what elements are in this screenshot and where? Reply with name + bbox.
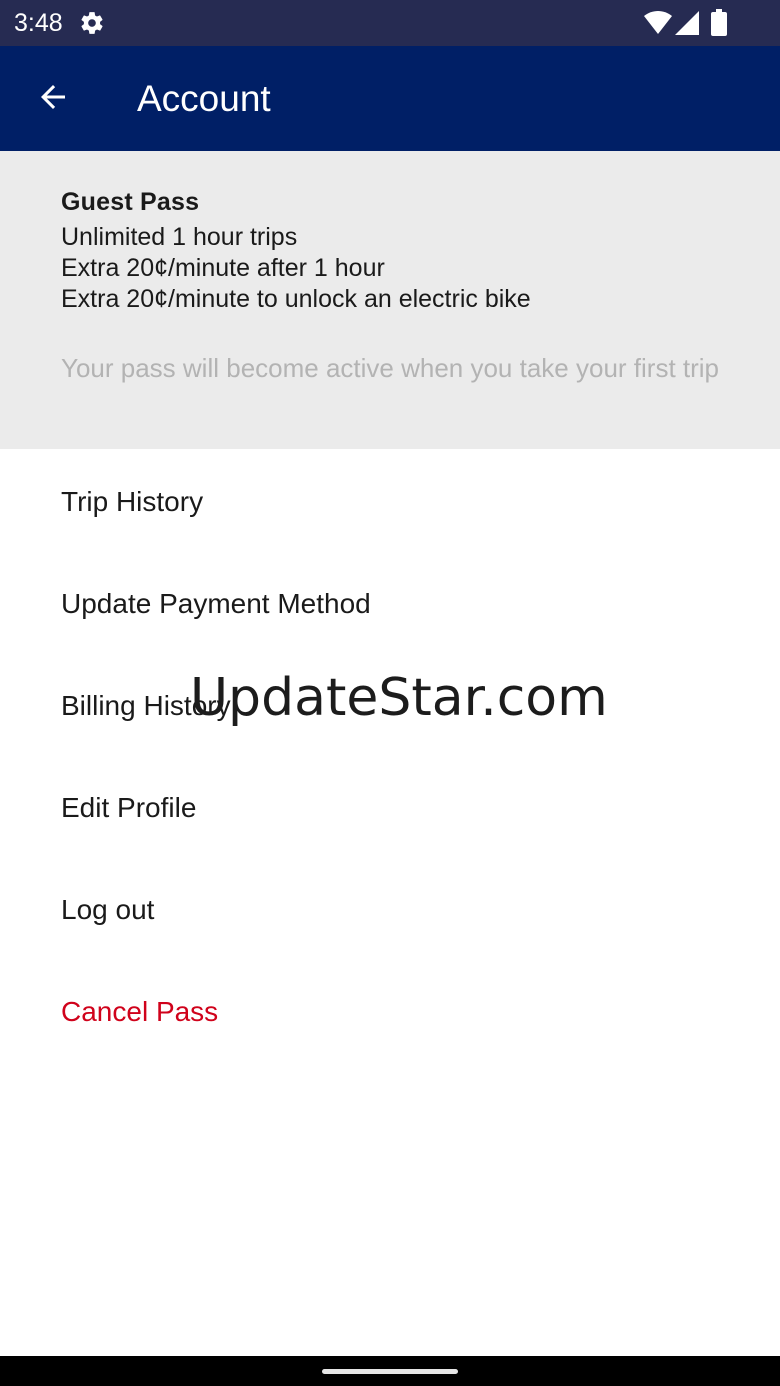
menu-item-label: Billing History	[61, 690, 231, 721]
pass-activation-note: Your pass will become active when you ta…	[61, 353, 720, 383]
signal-icon	[675, 11, 699, 35]
page-title: Account	[137, 78, 271, 119]
pass-feature: Extra 20¢/minute after 1 hour	[61, 254, 385, 282]
menu-item-label: Edit Profile	[61, 792, 197, 823]
menu-item-label: Cancel Pass	[61, 996, 219, 1027]
wifi-icon	[644, 11, 672, 35]
menu-item-log-out[interactable]: Log out	[0, 859, 780, 961]
home-handle[interactable]	[322, 1369, 458, 1374]
pass-feature: Extra 20¢/minute to unlock an electric b…	[61, 285, 531, 313]
app-bar: Account	[0, 46, 780, 151]
pass-name: Guest Pass	[61, 188, 200, 216]
menu-item-trip-history[interactable]: Trip History	[0, 451, 780, 553]
menu-item-label: Trip History	[61, 486, 204, 517]
pass-feature: Unlimited 1 hour trips	[61, 223, 298, 251]
status-time: 3:48	[14, 9, 63, 37]
menu-item-update-payment-method[interactable]: Update Payment Method	[0, 553, 780, 655]
back-button[interactable]	[20, 64, 86, 130]
menu-item-label: Update Payment Method	[61, 588, 371, 619]
menu-item-billing-history[interactable]: Billing History	[0, 655, 780, 757]
battery-icon	[711, 9, 727, 36]
menu-item-label: Log out	[61, 894, 155, 925]
status-bar: 3:48	[0, 0, 780, 46]
navigation-bar	[0, 1356, 780, 1386]
gear-icon	[79, 10, 105, 36]
arrow-left-icon	[41, 85, 65, 109]
account-screen: 3:48 Account Guest Pass Unlimited 1 hour…	[0, 0, 780, 1386]
menu-item-cancel-pass[interactable]: Cancel Pass	[0, 961, 780, 1063]
menu-item-edit-profile[interactable]: Edit Profile	[0, 757, 780, 859]
